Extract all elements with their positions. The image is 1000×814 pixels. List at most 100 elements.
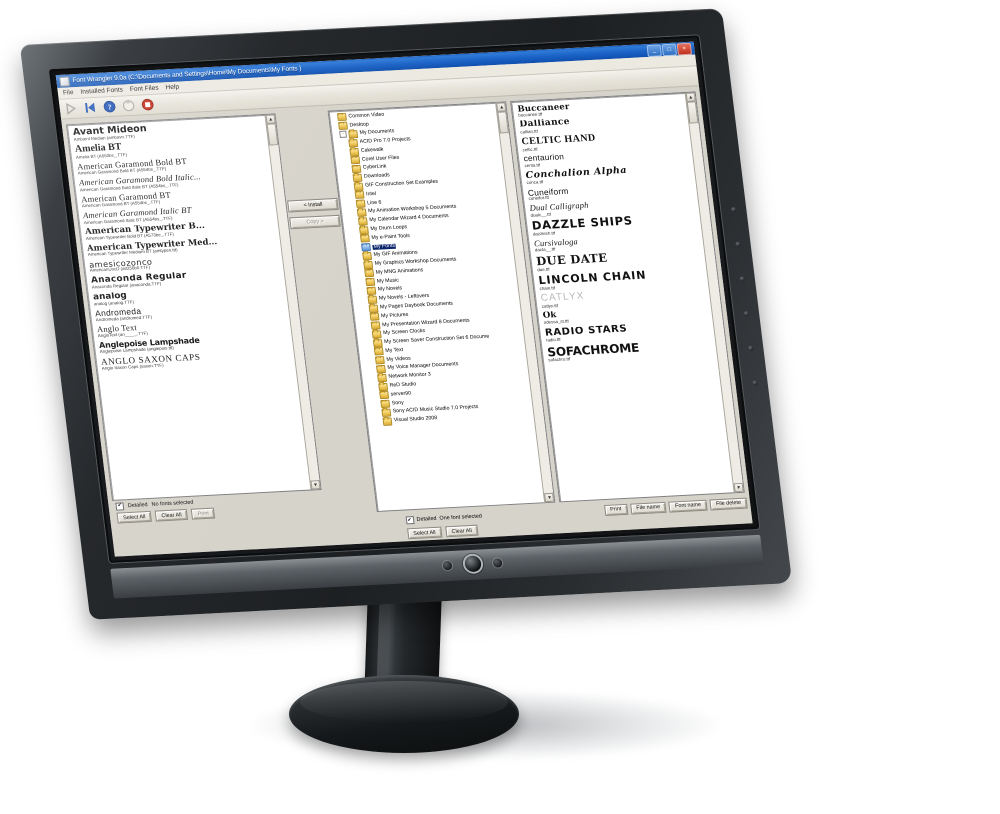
files-clear-all-button[interactable]: Clear All [444, 524, 479, 538]
help-icon[interactable]: ? [102, 100, 117, 114]
folder-icon [357, 217, 368, 226]
folder-icon [353, 182, 364, 191]
folder-icon [375, 356, 386, 365]
installed-selection-text: No fonts selected [151, 499, 194, 508]
folder-icon [382, 417, 393, 426]
folder-icon [358, 225, 369, 235]
back-to-start-icon[interactable] [83, 101, 98, 115]
folder-icon [362, 251, 373, 261]
status-spacer [485, 510, 601, 516]
workspace: Avant Mideon Ambient Median (ambavn.TTF) A… [61, 86, 750, 529]
install-button[interactable]: < Install [287, 197, 339, 213]
folder-tree-label: ReD Studio [389, 381, 417, 389]
folder-icon [380, 399, 391, 409]
menu-item-installed-fonts[interactable]: Installed Fonts [80, 87, 123, 96]
installed-detailed-label: Detailed [127, 501, 148, 509]
folder-tree-label: My Pictures [380, 311, 409, 320]
menu-item-font-files[interactable]: Font Files [130, 85, 159, 93]
files-detailed-checkbox[interactable]: ✔ [405, 516, 415, 525]
monitor-screen: Font Wrangler 9.0a (C:\Documents and Set… [55, 41, 753, 557]
folder-icon [363, 260, 374, 269]
folder-icon [381, 408, 392, 417]
files-print-button[interactable]: Print [603, 503, 629, 516]
folder-tree-label: My Music [376, 277, 400, 285]
folder-icon [365, 277, 376, 287]
menu-button[interactable] [442, 560, 453, 571]
files-file-name-button[interactable]: File name [629, 501, 667, 515]
folder-icon [348, 138, 359, 148]
forward-arrow-icon[interactable] [64, 102, 79, 116]
scroll-down-arrow[interactable]: ▼ [544, 492, 555, 503]
folder-tree-label: Cakewalk [360, 146, 384, 154]
minimize-button[interactable]: _ [646, 43, 662, 57]
refresh-icon [122, 100, 135, 112]
folder-icon [360, 234, 371, 243]
folder-tree-label: My Documents [359, 128, 395, 137]
files-font-name-button[interactable]: Font name [668, 499, 708, 513]
close-button[interactable]: × [676, 42, 693, 55]
folder-icon [354, 190, 365, 200]
maximize-button[interactable]: □ [661, 43, 677, 56]
folder-icon [350, 156, 361, 165]
folder-icon [356, 208, 367, 217]
installed-select-all-button[interactable]: Select All [116, 510, 153, 524]
folder-tree-label: Intel [365, 190, 377, 198]
folder-icon [370, 321, 381, 330]
scroll-thumb[interactable] [266, 123, 279, 146]
folder-tree-label: My Drum Loops [370, 224, 408, 233]
installed-print-button[interactable]: Print [190, 507, 216, 520]
power-button[interactable] [463, 555, 482, 573]
folder-tree-label: Downloads [363, 172, 391, 180]
folder-icon [371, 330, 382, 339]
copy-button[interactable]: Copy > [289, 214, 341, 230]
folder-tree-label: Line 6 [366, 199, 382, 206]
folder-tree-label: server90 [390, 390, 412, 398]
bezel-vent-dot [743, 310, 750, 317]
folder-icon [367, 295, 378, 304]
monitor-scene: Font Wrangler 9.0a (C:\Documents and Set… [0, 0, 1000, 814]
folder-icon [352, 173, 363, 182]
folder-tree-label: CyberLink [362, 163, 387, 172]
installed-fonts-panel: Avant Mideon Ambient Median (ambavn.TTF) A… [65, 113, 325, 525]
tree-expander-icon[interactable]: - [339, 131, 348, 139]
folder-icon [348, 130, 359, 139]
font-wrangler-window: Font Wrangler 9.0a (C:\Documents and Set… [55, 41, 753, 557]
folder-icon [378, 382, 389, 391]
folder-icon [379, 391, 390, 400]
installed-fonts-list[interactable]: Avant Mideon Ambient Median (ambavn.TTF) A… [65, 113, 322, 501]
folder-tree-label: Corel User Files [361, 154, 400, 163]
stop-icon[interactable] [140, 98, 155, 112]
folder-icon [373, 347, 384, 357]
files-selection-text: One font selected [439, 513, 483, 522]
folder-icon [355, 199, 366, 209]
folder-icon [369, 312, 380, 322]
folder-tree-label: Desktop [349, 121, 370, 129]
folder-open-icon [361, 243, 372, 252]
monitor-stand-base-highlight [300, 681, 508, 723]
folder-tree-label: My Text [385, 346, 404, 354]
installed-clear-all-button[interactable]: Clear All [154, 508, 189, 522]
folder-tree-label: Sony [391, 399, 405, 407]
scroll-thumb[interactable] [686, 101, 699, 124]
folder-tree-label: Common Video [348, 111, 385, 120]
menu-item-file[interactable]: File [63, 89, 74, 96]
installed-detailed-checkbox[interactable]: ✔ [115, 501, 125, 511]
folder-tree-label: My Videos [386, 355, 412, 363]
menu-item-help[interactable]: Help [165, 84, 179, 92]
scroll-down-arrow[interactable]: ▼ [310, 480, 321, 490]
scroll-down-arrow[interactable]: ▼ [733, 482, 744, 493]
bezel-vent-dot [748, 345, 754, 351]
folder-tree-label: My Novels [377, 285, 403, 293]
scroll-thumb[interactable] [497, 111, 510, 134]
folder-icon [377, 373, 388, 383]
folder-icon [376, 365, 387, 374]
folder-tree-label: My Fonts [372, 242, 397, 250]
folder-icon [372, 338, 383, 348]
font-app-icon [58, 75, 71, 87]
files-file-delete-button[interactable]: File delete [709, 497, 748, 510]
files-detailed-label: Detailed [416, 515, 437, 523]
files-select-all-button[interactable]: Select All [406, 526, 443, 540]
bezel-vent-dot [730, 206, 737, 213]
input-button[interactable] [492, 558, 503, 568]
lcd-monitor: Font Wrangler 9.0a (C:\Documents and Set… [19, 8, 793, 620]
